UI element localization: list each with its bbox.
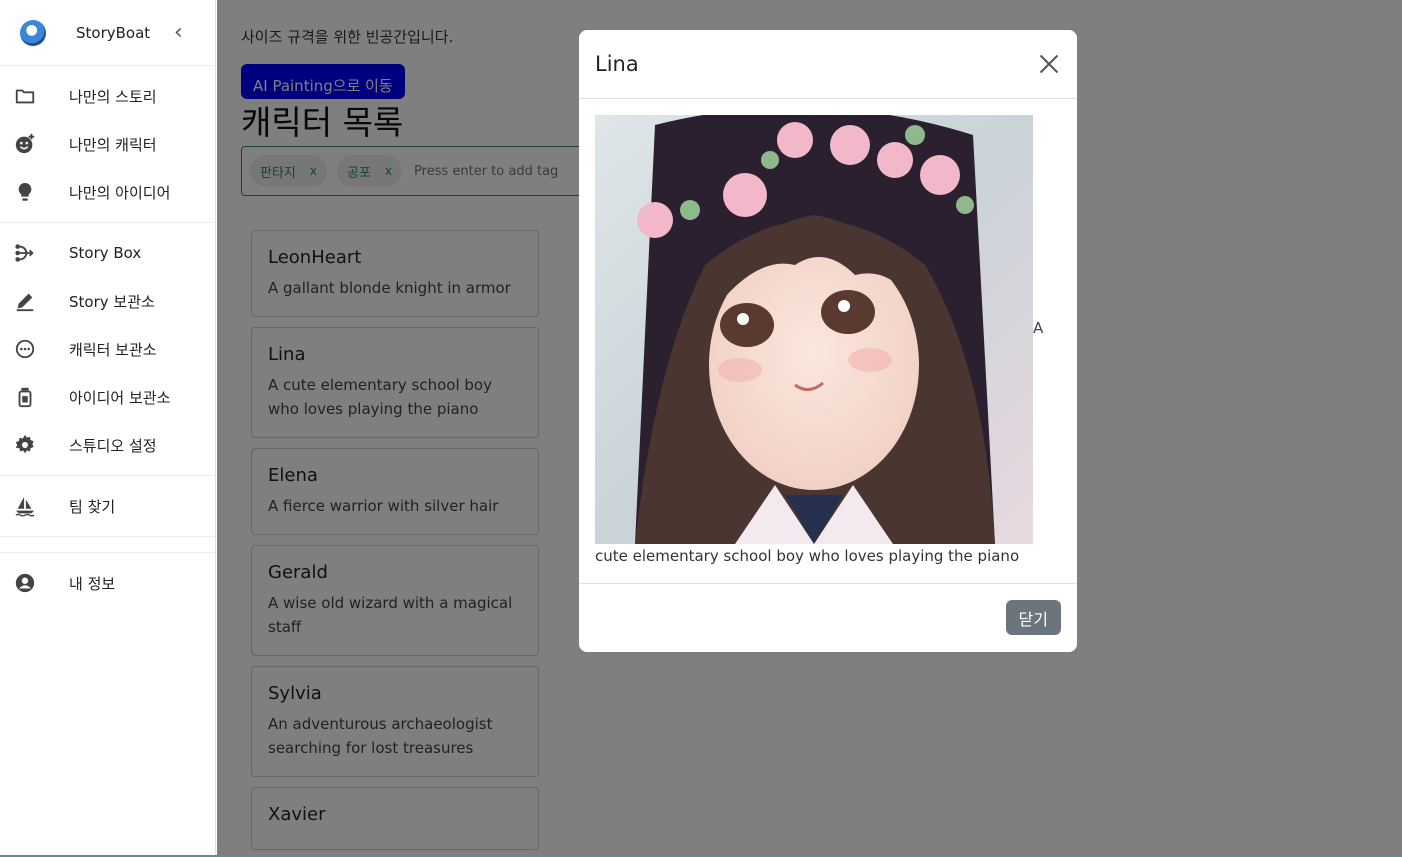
- sidebar-item-my-story[interactable]: 나만의 스토리: [0, 72, 215, 120]
- divider: [0, 537, 215, 553]
- sidebar-item-studio-settings[interactable]: 스튜디오 설정: [0, 421, 215, 469]
- sidebar-item-label: 나만의 아이디어: [69, 183, 171, 202]
- branch-icon: [14, 242, 36, 264]
- sidebar: StoryBoat ‹ 나만의 스토리 나만의 캐릭터 나만의 아이디어 Sto…: [0, 0, 216, 857]
- face-add-icon: [14, 133, 36, 155]
- sailboat-icon: [14, 495, 36, 517]
- sidebar-item-find-team[interactable]: 팀 찾기: [0, 482, 215, 530]
- sidebar-item-story-box[interactable]: Story Box: [0, 229, 215, 277]
- character-portrait: [595, 115, 1033, 544]
- sidebar-item-label: 나만의 스토리: [69, 87, 157, 106]
- modal-title: Lina: [595, 52, 639, 76]
- nav-group-account: 내 정보: [0, 553, 215, 613]
- brand-name: StoryBoat: [76, 23, 151, 42]
- sidebar-item-label: 팀 찾기: [69, 497, 116, 516]
- sidebar-item-label: 스튜디오 설정: [69, 436, 157, 455]
- account-icon: [14, 572, 36, 594]
- storyboat-logo: [20, 19, 46, 46]
- close-icon[interactable]: [1037, 52, 1061, 76]
- jar-icon: [14, 386, 36, 408]
- lightbulb-icon: [14, 181, 36, 203]
- sidebar-item-label: 내 정보: [69, 574, 116, 593]
- image-alt-text: A: [1033, 319, 1044, 337]
- nav-group-team: 팀 찾기: [0, 476, 215, 537]
- dots-circle-icon: [14, 338, 36, 360]
- modal-footer: 닫기: [579, 584, 1077, 651]
- gear-icon: [14, 434, 36, 456]
- sidebar-item-idea-archive[interactable]: 아이디어 보관소: [0, 373, 215, 421]
- collapse-sidebar-chevron-icon[interactable]: ‹: [174, 21, 183, 44]
- sidebar-item-label: 나만의 캐릭터: [69, 135, 157, 154]
- sidebar-item-label: 아이디어 보관소: [69, 388, 171, 407]
- character-modal: Lina A cute elementary school boy who lo…: [579, 30, 1077, 652]
- nav-group-archive: Story Box Story 보관소 캐릭터 보관소 아이디어 보관소 스튜디…: [0, 223, 215, 476]
- nav-group-personal: 나만의 스토리 나만의 캐릭터 나만의 아이디어: [0, 66, 215, 223]
- modal-header: Lina: [579, 30, 1077, 99]
- sidebar-item-label: 캐릭터 보관소: [69, 340, 157, 359]
- sidebar-item-story-archive[interactable]: Story 보관소: [0, 277, 215, 325]
- sidebar-header: StoryBoat ‹: [0, 0, 215, 66]
- sidebar-item-my-character[interactable]: 나만의 캐릭터: [0, 120, 215, 168]
- sidebar-item-label: Story Box: [69, 244, 142, 262]
- folder-icon: [14, 85, 36, 107]
- sidebar-item-my-info[interactable]: 내 정보: [0, 559, 215, 607]
- sidebar-item-my-idea[interactable]: 나만의 아이디어: [0, 168, 215, 216]
- pen-icon: [14, 290, 36, 312]
- close-button[interactable]: 닫기: [1005, 600, 1061, 635]
- sidebar-item-label: Story 보관소: [69, 292, 155, 311]
- modal-body: A cute elementary school boy who loves p…: [579, 99, 1077, 584]
- modal-description: cute elementary school boy who loves pla…: [595, 547, 1020, 565]
- sidebar-item-character-archive[interactable]: 캐릭터 보관소: [0, 325, 215, 373]
